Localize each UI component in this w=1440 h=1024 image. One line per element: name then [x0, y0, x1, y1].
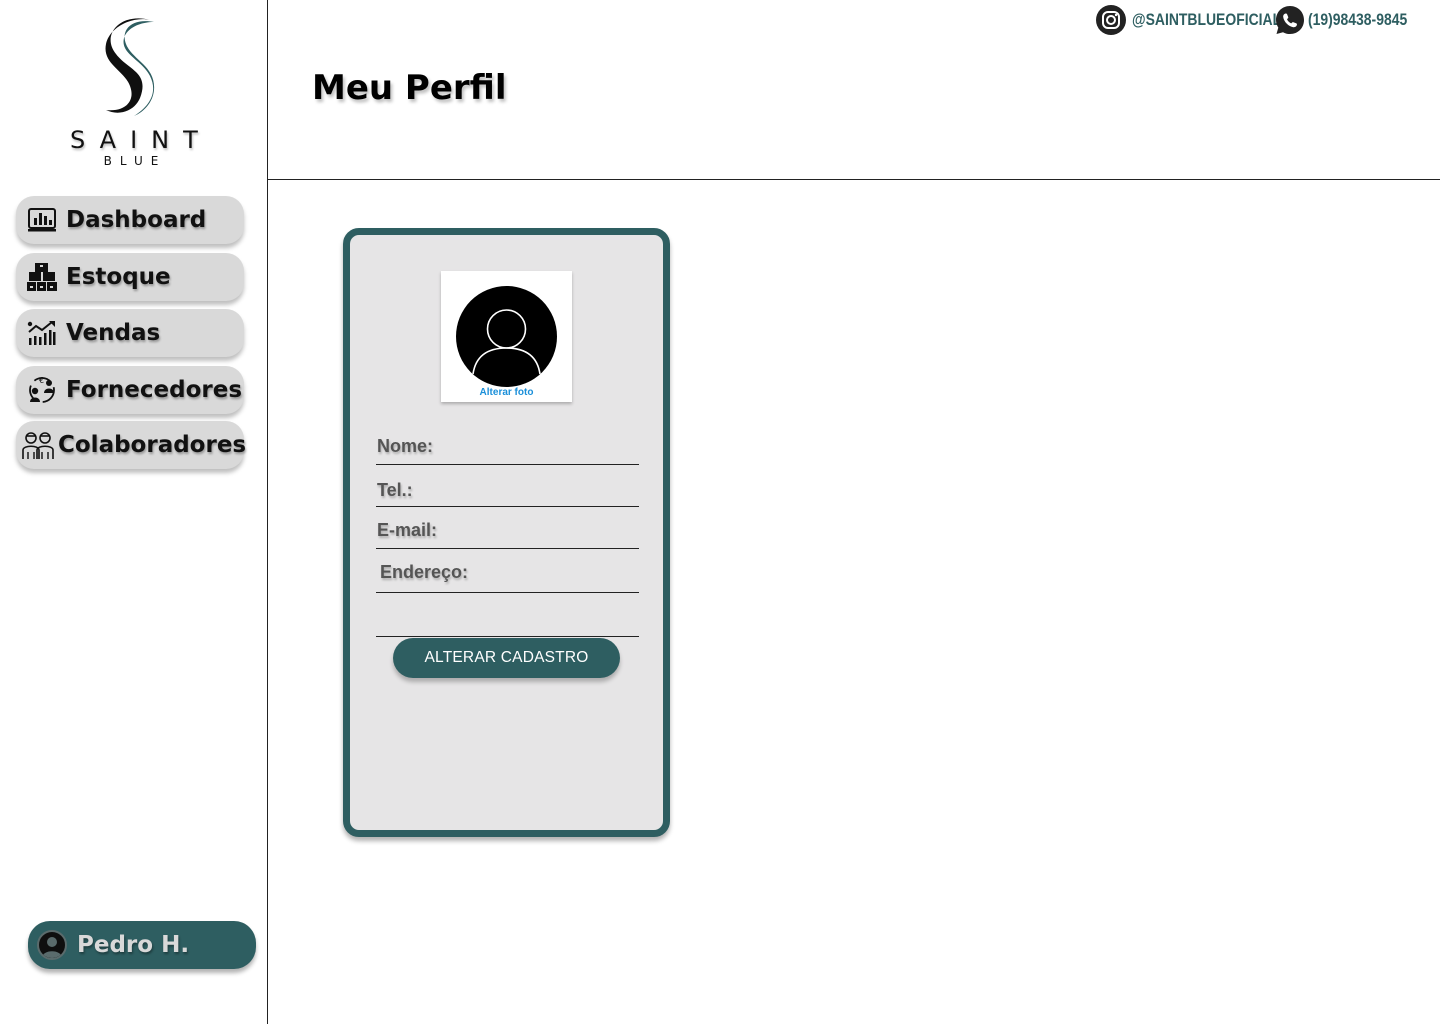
sidebar: SAINT BLUE Dashboard Estoque Vendas € Fo… [0, 0, 268, 1024]
brand-name: SAINT [70, 126, 212, 154]
sidebar-item-label: Fornecedores [66, 377, 243, 403]
whatsapp-link[interactable]: (19)98438-9845 [1275, 5, 1429, 35]
user-avatar-icon [37, 930, 67, 960]
address-field-label: Endereço: [380, 562, 469, 582]
page-title: Meu Perfil [312, 68, 507, 108]
sidebar-item-colaboradores[interactable]: Colaboradores [16, 421, 247, 469]
supplier-exchange-icon: € [26, 374, 58, 406]
brand-subname: BLUE [103, 154, 167, 168]
user-profile-button[interactable]: Pedro H. [28, 921, 256, 969]
whatsapp-icon [1275, 5, 1305, 35]
sidebar-item-vendas[interactable]: Vendas [16, 309, 244, 357]
email-field[interactable]: E-mail: [376, 514, 639, 549]
change-photo-link[interactable]: Alterar foto [441, 387, 572, 398]
brand-logo[interactable]: SAINT BLUE [56, 14, 206, 174]
whatsapp-phone: (19)98438-9845 [1308, 10, 1408, 29]
sidebar-item-fornecedores[interactable]: € Fornecedores [16, 366, 244, 414]
boxes-stock-icon [26, 261, 58, 293]
sidebar-item-estoque[interactable]: Estoque [16, 253, 244, 301]
svg-text:€: € [39, 376, 44, 385]
sales-growth-icon [26, 317, 58, 349]
address-field-line-2[interactable] [376, 599, 639, 637]
name-field-label: Nome: [377, 436, 434, 456]
saint-blue-s-logo-icon [105, 18, 155, 116]
instagram-icon [1096, 5, 1126, 35]
instagram-handle: @SAINTBLUEOFICIAL [1132, 10, 1282, 29]
sidebar-item-dashboard[interactable]: Dashboard [16, 196, 244, 244]
sidebar-item-label: Estoque [66, 264, 171, 290]
team-people-icon [22, 429, 54, 461]
dashboard-chart-icon [26, 204, 58, 236]
address-field[interactable]: Endereço: [376, 555, 639, 593]
email-field-label: E-mail: [377, 520, 438, 540]
phone-field[interactable]: Tel.: [376, 472, 639, 507]
default-avatar-icon [456, 286, 557, 387]
update-profile-button[interactable]: ALTERAR CADASTRO [393, 638, 620, 678]
profile-photo[interactable]: Alterar foto [441, 271, 572, 402]
update-profile-button-label: ALTERAR CADASTRO [424, 649, 589, 666]
profile-card: Alterar foto Nome: Tel.: E-mail: Endereç… [343, 228, 670, 837]
sidebar-item-label: Dashboard [66, 207, 207, 233]
sidebar-item-label: Vendas [66, 320, 161, 346]
name-field[interactable]: Nome: [376, 430, 639, 465]
phone-field-label: Tel.: [377, 480, 413, 500]
user-name: Pedro H. [77, 932, 190, 958]
page-header: Meu Perfil @SAINTBLUEOFICIAL (19)98438-9… [268, 0, 1440, 180]
sidebar-item-label: Colaboradores [58, 432, 247, 458]
